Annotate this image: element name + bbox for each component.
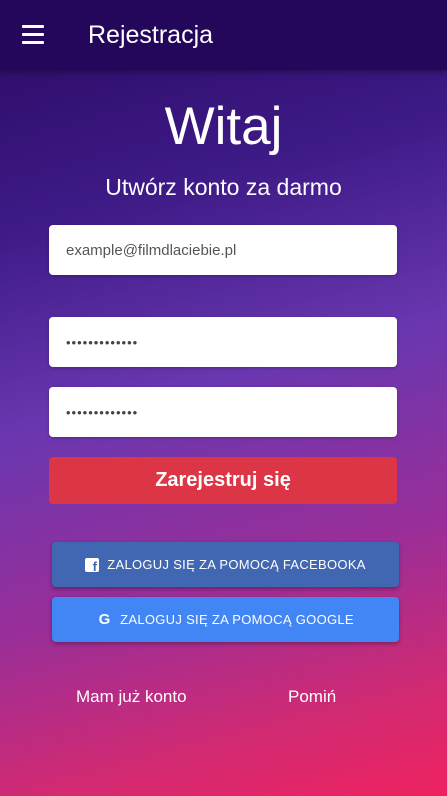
- create-account-subheading: Utwórz konto za darmo: [105, 174, 342, 200]
- welcome-heading: Witaj: [164, 97, 283, 156]
- google-login-button[interactable]: G ZALOGUJ SIĘ ZA POMOCĄ GOOGLE: [52, 597, 399, 642]
- app-bar: Rejestracja: [0, 0, 447, 70]
- have-account-link[interactable]: Mam już konto: [76, 686, 187, 708]
- hamburger-menu-icon[interactable]: [22, 25, 46, 45]
- menu-bar-line: [22, 25, 44, 28]
- google-login-label: ZALOGUJ SIĘ ZA POMOCĄ GOOGLE: [120, 612, 354, 627]
- password-field[interactable]: [49, 317, 397, 367]
- google-icon: G: [98, 611, 111, 628]
- skip-link[interactable]: Pomiń: [288, 686, 336, 708]
- menu-bar-line: [22, 41, 44, 44]
- app-bar-title: Rejestracja: [88, 21, 214, 49]
- facebook-icon: [85, 557, 100, 574]
- email-field[interactable]: [49, 225, 397, 275]
- register-button[interactable]: Zarejestruj się: [49, 457, 397, 504]
- facebook-login-button[interactable]: ZALOGUJ SIĘ ZA POMOCĄ FACEBOOKA: [52, 542, 399, 587]
- menu-bar-line: [22, 33, 44, 36]
- password-confirm-field[interactable]: [49, 387, 397, 437]
- facebook-login-label: ZALOGUJ SIĘ ZA POMOCĄ FACEBOOKA: [107, 557, 366, 572]
